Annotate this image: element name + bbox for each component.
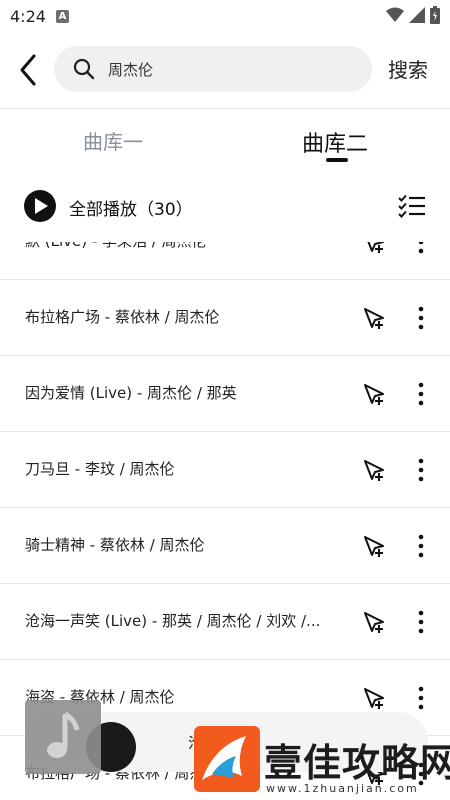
play-all-button[interactable]: [24, 190, 56, 222]
more-vertical-icon[interactable]: [416, 458, 426, 482]
song-row[interactable]: 布拉格广场 - 蔡依林 / 周杰伦: [0, 280, 450, 356]
song-row[interactable]: 因为爱情 (Live) - 周杰伦 / 那英: [0, 356, 450, 432]
song-title: 因为爱情 (Live) - 周杰伦 / 那英: [25, 384, 237, 402]
add-to-playlist-icon[interactable]: [362, 610, 386, 634]
search-header: 搜索: [0, 40, 450, 100]
search-input[interactable]: [108, 60, 328, 78]
add-to-playlist-icon[interactable]: [362, 686, 386, 710]
song-title: 布拉格广场 - 蔡依林 / 周杰伦: [25, 308, 220, 326]
battery-icon: [430, 6, 440, 24]
signal-icon: [409, 7, 425, 23]
watermark-url: www.1zhuanjian.com: [266, 782, 419, 795]
tab-active-indicator: [326, 158, 348, 162]
play-all-label: 全部播放（30）: [69, 200, 193, 220]
status-time: 4:24: [10, 6, 46, 26]
play-all-row[interactable]: 全部播放（30）: [0, 184, 450, 228]
more-vertical-icon[interactable]: [416, 242, 426, 254]
more-vertical-icon[interactable]: [416, 382, 426, 406]
wifi-icon: [386, 7, 404, 22]
checklist-icon[interactable]: [398, 194, 426, 218]
watermark-text: 壹佳攻略网: [264, 741, 450, 785]
search-icon: [73, 58, 95, 80]
song-row[interactable]: 刀马旦 - 李玟 / 周杰伦: [0, 432, 450, 508]
add-to-playlist-icon[interactable]: [362, 534, 386, 558]
song-title: 默 (Live) - 李荣浩 / 周杰伦: [25, 242, 207, 251]
back-arrow-icon[interactable]: [14, 52, 42, 88]
song-row[interactable]: 默 (Live) - 李荣浩 / 周杰伦: [0, 242, 450, 280]
status-bar: 4:24 A: [0, 0, 450, 32]
search-button[interactable]: 搜索: [388, 54, 428, 83]
add-to-playlist-icon[interactable]: [362, 458, 386, 482]
notification-icon: A: [55, 9, 69, 23]
play-icon: [35, 198, 48, 214]
add-to-playlist-icon[interactable]: [362, 382, 386, 406]
add-to-playlist-icon[interactable]: [362, 306, 386, 330]
song-title: 骑士精神 - 蔡依林 / 周杰伦: [25, 536, 205, 554]
song-title: 刀马旦 - 李玟 / 周杰伦: [25, 460, 175, 478]
music-note-tile[interactable]: [25, 700, 101, 774]
song-row[interactable]: 骑士精神 - 蔡依林 / 周杰伦: [0, 508, 450, 584]
song-title: 沧海一声笑 (Live) - 那英 / 周杰伦 / 刘欢 /...: [25, 612, 321, 630]
music-note-icon: [47, 712, 80, 758]
more-vertical-icon[interactable]: [416, 610, 426, 634]
add-to-playlist-icon[interactable]: [362, 242, 386, 254]
header-divider: [0, 108, 450, 109]
library-tabs: 曲库一 曲库二: [0, 110, 450, 170]
status-icons: [386, 6, 440, 24]
more-vertical-icon[interactable]: [416, 534, 426, 558]
tab-library-2[interactable]: 曲库二: [302, 126, 368, 158]
more-vertical-icon[interactable]: [416, 306, 426, 330]
more-vertical-icon[interactable]: [416, 686, 426, 710]
bird-icon: [202, 736, 246, 780]
tab-library-1[interactable]: 曲库一: [83, 126, 143, 155]
watermark: 壹佳攻略网 www.1zhuanjian.com: [192, 722, 450, 800]
song-row[interactable]: 沧海一声笑 (Live) - 那英 / 周杰伦 / 刘欢 /...: [0, 584, 450, 660]
watermark-logo: [194, 726, 260, 792]
search-box[interactable]: [54, 46, 372, 92]
